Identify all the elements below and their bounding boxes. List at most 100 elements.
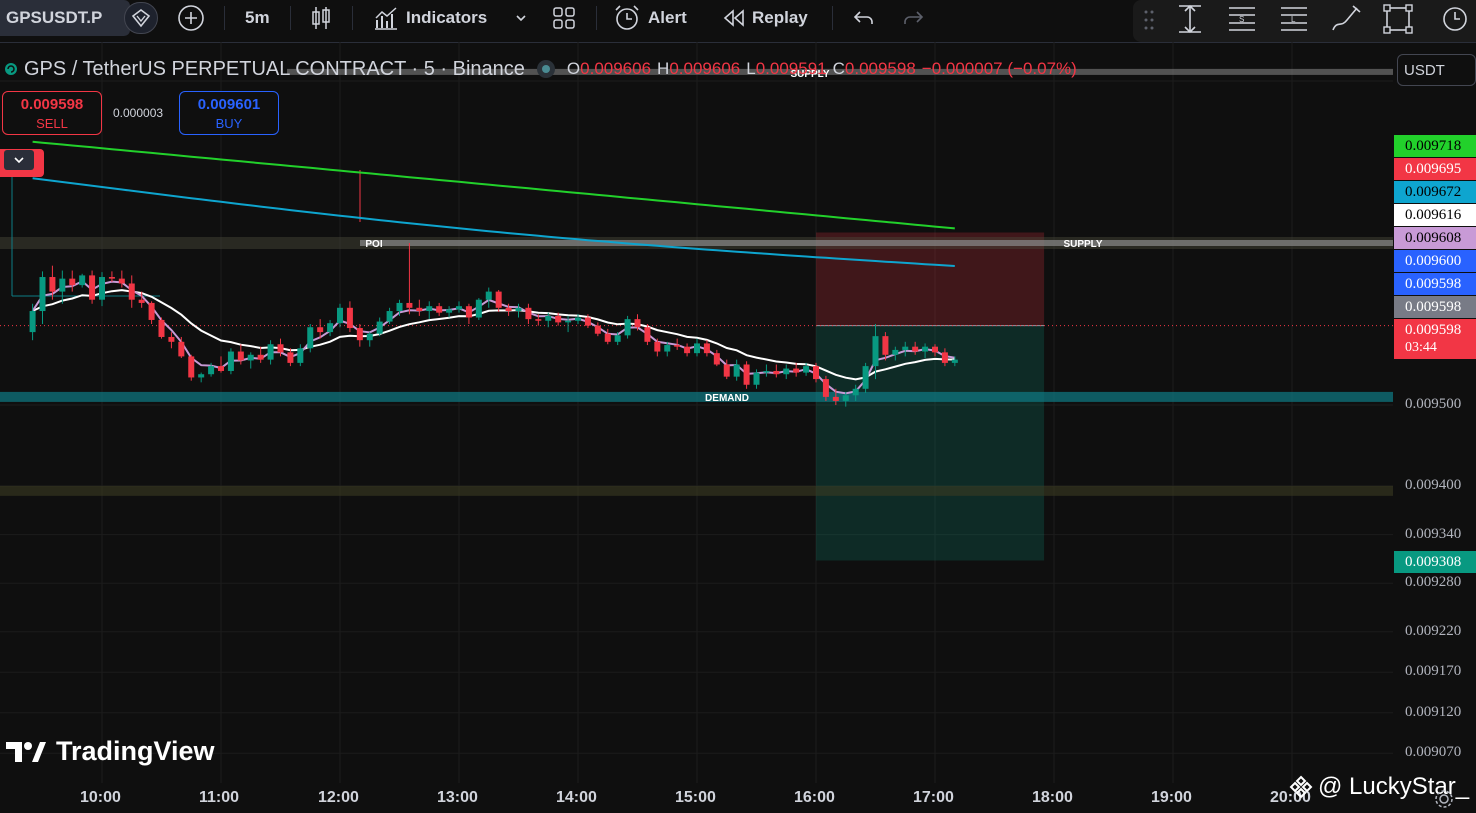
toolbar-divider [832, 6, 833, 30]
toolbar-divider [224, 6, 225, 30]
candle-body [218, 366, 224, 371]
chart-type-button[interactable] [309, 0, 333, 36]
candle-body [297, 348, 304, 363]
candle-body [89, 275, 96, 300]
candle-body [327, 323, 334, 333]
collapse-legend-button[interactable] [4, 150, 34, 170]
rectangle-icon[interactable] [1381, 2, 1415, 36]
candle-body [456, 306, 462, 310]
candle-body [356, 328, 363, 341]
candle-body [317, 327, 324, 333]
gear-icon[interactable] [1433, 788, 1455, 810]
time-axis-label: 14:00 [556, 789, 597, 806]
tradingview-logo[interactable]: TradingView [6, 736, 215, 767]
time-axis-label: 19:00 [1151, 789, 1192, 806]
currency-select[interactable]: USDT [1397, 54, 1476, 86]
market-status-icon[interactable] [536, 60, 555, 78]
candle-body [932, 346, 938, 353]
candle-body [813, 366, 819, 380]
price-chart[interactable]: SUPPLYPOI SUPPLYDEMAND [0, 42, 1393, 783]
candle-body [892, 349, 899, 355]
time-axis-label: 11:00 [199, 789, 240, 806]
candle-body [346, 307, 353, 329]
interval-button[interactable]: 5m [245, 0, 270, 36]
candle-body [406, 302, 413, 308]
replay-button[interactable]: Replay [722, 0, 808, 36]
symbol-chip[interactable] [124, 2, 158, 34]
svg-text:S: S [1239, 15, 1244, 24]
time-axis-label: 18:00 [1032, 789, 1073, 806]
candle-body [584, 317, 591, 326]
candle-body [49, 277, 56, 292]
drag-handle-icon[interactable] [1143, 8, 1155, 32]
candle-body [475, 299, 482, 318]
candle-body [446, 309, 453, 313]
candle-body [485, 291, 492, 300]
open-key: O [566, 59, 581, 78]
interval-label: 5m [245, 8, 270, 27]
chart-legend: GPS / TetherUS PERPETUAL CONTRACT · 5 · … [4, 56, 1083, 82]
price-axis-label: 0.009220 [1405, 622, 1462, 639]
candle-body [703, 343, 710, 354]
candle-body [128, 283, 135, 300]
candle-body [882, 336, 889, 355]
symbol-search-button[interactable]: GPSUSDT.P [0, 0, 130, 36]
candle-body [565, 320, 572, 323]
candle-body [684, 346, 691, 354]
candle-body [495, 291, 502, 308]
candle-body [277, 344, 284, 353]
alert-button[interactable]: Alert [612, 0, 687, 36]
candle-body [267, 344, 274, 360]
time-axis-label: 17:00 [913, 789, 954, 806]
buy-button[interactable]: 0.009601 BUY [179, 91, 279, 135]
sell-button[interactable]: 0.009598 SELL [2, 91, 102, 135]
clock-tool-icon[interactable] [1433, 2, 1467, 36]
undo-button[interactable] [852, 0, 876, 36]
redo-icon [904, 11, 924, 24]
candle-body [208, 366, 215, 375]
candle-body [366, 333, 373, 341]
liquidity-zone [0, 485, 1393, 496]
candle-body [763, 370, 770, 373]
alert-label: Alert [648, 8, 687, 27]
compare-button[interactable] [177, 0, 205, 36]
candle-body [168, 336, 175, 342]
drawing-toolbar: S L [1133, 0, 1476, 42]
price-axis-label: 0.009280 [1405, 574, 1462, 591]
plus-circle-icon [178, 5, 204, 31]
price-axis-badge: 0.009695 [1394, 158, 1476, 180]
price-axis-label: 0.009340 [1405, 525, 1462, 542]
legend-title: GPS / TetherUS PERPETUAL CONTRACT · 5 · … [24, 57, 525, 80]
redo-button[interactable] [901, 0, 925, 36]
alarm-clock-icon [615, 5, 639, 30]
price-axis[interactable]: 0.0099000.0095000.0094000.0093400.009280… [1393, 42, 1476, 783]
price-range-icon[interactable] [1173, 2, 1207, 36]
candle-body [773, 370, 780, 375]
templates-button[interactable] [551, 0, 577, 36]
indicators-dropdown[interactable] [514, 0, 528, 36]
time-axis-label: 13:00 [437, 789, 478, 806]
candle-body [852, 388, 859, 396]
short-position-icon[interactable]: S [1225, 2, 1259, 36]
candle-body [386, 311, 393, 322]
candle-body [842, 395, 849, 401]
buy-label: BUY [215, 116, 243, 131]
supply-zone-label: SUPPLY [1063, 239, 1102, 250]
candle-body [604, 333, 611, 342]
long-position-icon[interactable]: L [1277, 2, 1311, 36]
candle-body [178, 341, 185, 357]
candle-body [872, 336, 879, 367]
brush-icon[interactable] [1329, 2, 1363, 36]
candle-body [832, 396, 839, 401]
time-axis[interactable]: 10:00 11:00 12:00 13:00 14:00 15:00 16:00 17:00… [0, 783, 1393, 813]
candle-body [396, 302, 403, 312]
candle-body [545, 315, 552, 321]
candle-body [753, 372, 760, 385]
indicators-button[interactable]: Indicators [372, 0, 487, 36]
candle-body [426, 306, 433, 312]
spread-value: 0.000003 [113, 106, 164, 120]
sell-label: SELL [36, 116, 68, 131]
price-axis-badge: 0.009616 [1394, 204, 1476, 226]
candle-body [59, 278, 66, 292]
candle-body [723, 364, 730, 377]
